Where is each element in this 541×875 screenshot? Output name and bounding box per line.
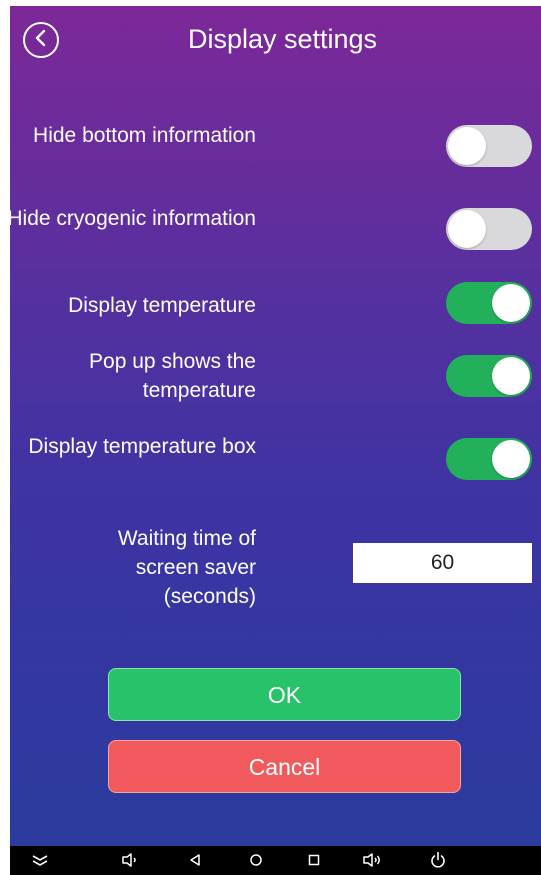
hide-bottom-info-label: Hide bottom information — [33, 124, 256, 147]
settings-screen: Display settings Hide bottom information… — [10, 6, 541, 846]
screen-saver-label: Waiting time of screen saver (seconds) — [117, 527, 256, 608]
toggle-knob — [448, 127, 486, 165]
recents-icon[interactable] — [304, 850, 324, 870]
volume-down-icon[interactable] — [120, 850, 140, 870]
power-icon[interactable] — [428, 850, 448, 870]
popup-temperature-toggle[interactable] — [446, 355, 532, 397]
page-title: Display settings — [187, 24, 378, 54]
toggle-knob — [448, 210, 486, 248]
toggle-knob — [492, 357, 530, 395]
collapse-icon[interactable] — [30, 850, 50, 870]
hide-cryogenic-info-toggle[interactable] — [446, 208, 532, 250]
display-temperature-toggle[interactable] — [446, 282, 532, 324]
home-icon[interactable] — [246, 850, 266, 870]
cancel-button[interactable]: Cancel — [108, 740, 461, 793]
back-icon[interactable] — [185, 850, 205, 870]
header: Display settings — [10, 6, 541, 78]
hide-cryogenic-info-label: Hide cryogenic information — [10, 207, 256, 230]
display-temperature-box-toggle[interactable] — [446, 438, 532, 480]
display-temperature-label: Display temperature — [68, 294, 256, 317]
system-nav-bar — [10, 846, 541, 875]
hide-bottom-info-toggle[interactable] — [446, 125, 532, 167]
toggle-knob — [492, 284, 530, 322]
popup-temperature-label: Pop up shows the temperature — [89, 350, 256, 402]
volume-up-icon[interactable] — [362, 850, 382, 870]
toggle-knob — [492, 440, 530, 478]
display-temperature-box-label: Display temperature box — [28, 435, 256, 458]
ok-button[interactable]: OK — [108, 668, 461, 721]
screen-saver-seconds-input[interactable]: 60 — [353, 543, 532, 583]
